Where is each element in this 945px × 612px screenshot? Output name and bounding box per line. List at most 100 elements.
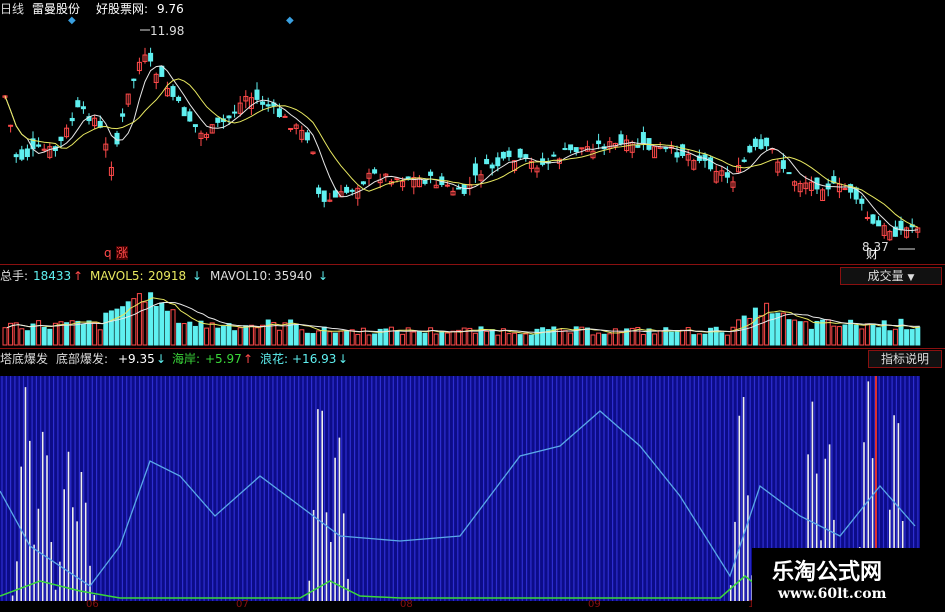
- volume-bar: [52, 322, 58, 346]
- candle-body: [786, 172, 792, 175]
- volume-bar: [159, 302, 165, 346]
- indicator-help-button[interactable]: 指标说明: [868, 350, 942, 368]
- arrow-down-icon: ↓: [192, 269, 203, 283]
- volume-bar: [450, 330, 456, 346]
- candlestick-chart[interactable]: [0, 0, 945, 265]
- volume-bar: [540, 327, 546, 346]
- volume-bar: [198, 320, 204, 346]
- volume-bar: [215, 327, 221, 346]
- volume-bar: [680, 329, 686, 346]
- volume-bar: [411, 331, 417, 346]
- candle-body: [304, 132, 310, 141]
- candle-body: [562, 148, 568, 151]
- bottom-label: 底部爆发:: [56, 352, 109, 366]
- ma-line: [4, 65, 918, 231]
- volume-bar: [814, 320, 820, 346]
- volume-bar: [859, 328, 865, 346]
- volume-bar: [108, 310, 114, 346]
- candle-body: [332, 190, 338, 198]
- mavol5-label: MAVOL5:: [90, 269, 144, 283]
- candle-body: [444, 184, 450, 187]
- volume-bar: [64, 322, 70, 346]
- volume-bar: [47, 328, 53, 346]
- candle-body: [456, 187, 462, 190]
- volume-bar: [422, 332, 428, 346]
- volume-bar: [831, 325, 837, 346]
- candle-body: [181, 107, 187, 117]
- candle-body: [551, 154, 557, 157]
- candle-body: [752, 138, 758, 147]
- volume-bar: [164, 310, 170, 346]
- candle-body: [506, 150, 512, 158]
- volume-bar: [803, 321, 809, 346]
- volume-bar: [786, 319, 792, 346]
- volume-bar: [568, 332, 574, 346]
- volume-bar: [590, 334, 596, 346]
- high-price-label: 11.98: [150, 24, 185, 38]
- candle-body: [36, 144, 42, 147]
- volume-bar: [719, 332, 725, 346]
- volume-bar: [80, 323, 86, 346]
- volume-chart[interactable]: [0, 283, 945, 348]
- candle-body: [254, 89, 260, 100]
- candle-body: [282, 115, 288, 118]
- volume-bar: [265, 319, 271, 346]
- volume-bar: [657, 330, 663, 346]
- candle-body: [780, 160, 786, 169]
- volume-bar: [909, 329, 915, 346]
- volume-bar: [887, 330, 893, 346]
- volume-bar: [601, 333, 607, 346]
- candle-body: [618, 134, 624, 145]
- volume-bar: [736, 319, 742, 346]
- candle-body: [360, 181, 366, 185]
- volume-bar: [652, 333, 658, 346]
- candle-body: [176, 96, 182, 102]
- candle-body: [472, 163, 478, 176]
- mavol10-label: MAVOL10:: [210, 269, 272, 283]
- volume-bar: [472, 332, 478, 346]
- volume-bar: [584, 327, 590, 346]
- volume-bar: [248, 324, 254, 346]
- candle-body: [75, 100, 81, 108]
- volume-bar: [226, 323, 232, 346]
- bottom-value: +9.35: [118, 352, 155, 366]
- panel-separator: [0, 264, 945, 265]
- volume-bar: [741, 315, 747, 346]
- volume-bar: [747, 317, 753, 346]
- volume-bar: [344, 330, 350, 346]
- volume-bar: [892, 328, 898, 346]
- volume-bar: [181, 323, 187, 346]
- candle-body: [13, 154, 19, 158]
- volume-bar: [209, 322, 215, 346]
- volume-bar: [461, 327, 467, 346]
- candle-body: [69, 117, 75, 122]
- volume-bar: [439, 331, 445, 346]
- marker-q: q: [104, 246, 112, 260]
- volume-bar: [332, 332, 338, 346]
- volume-bar: [232, 330, 238, 346]
- volume-bar: [349, 329, 355, 346]
- candle-body: [148, 52, 154, 62]
- volume-bar: [528, 334, 534, 346]
- candle-body: [663, 147, 669, 150]
- candle-body: [24, 148, 30, 158]
- volume-bar: [36, 320, 42, 346]
- date-tick: 08: [400, 599, 413, 610]
- volume-bar: [618, 331, 624, 346]
- mavol5-value: 20918: [148, 269, 187, 283]
- candle-body: [321, 190, 327, 202]
- volume-bar: [562, 330, 568, 346]
- volume-bar: [898, 318, 904, 346]
- volume-bar: [19, 328, 25, 346]
- langhua-value: +16.93: [292, 352, 337, 366]
- date-tick: 09: [588, 599, 601, 610]
- candle-body: [265, 104, 271, 107]
- volume-bar: [523, 333, 529, 346]
- volume-bar: [853, 324, 859, 346]
- volume-bar: [433, 333, 439, 346]
- volume-bar: [394, 331, 400, 346]
- volume-bar: [691, 334, 697, 346]
- help-button-label: 指标说明: [880, 352, 929, 366]
- arrow-down-icon: ↓: [338, 352, 349, 366]
- total-value: 18433: [33, 269, 72, 283]
